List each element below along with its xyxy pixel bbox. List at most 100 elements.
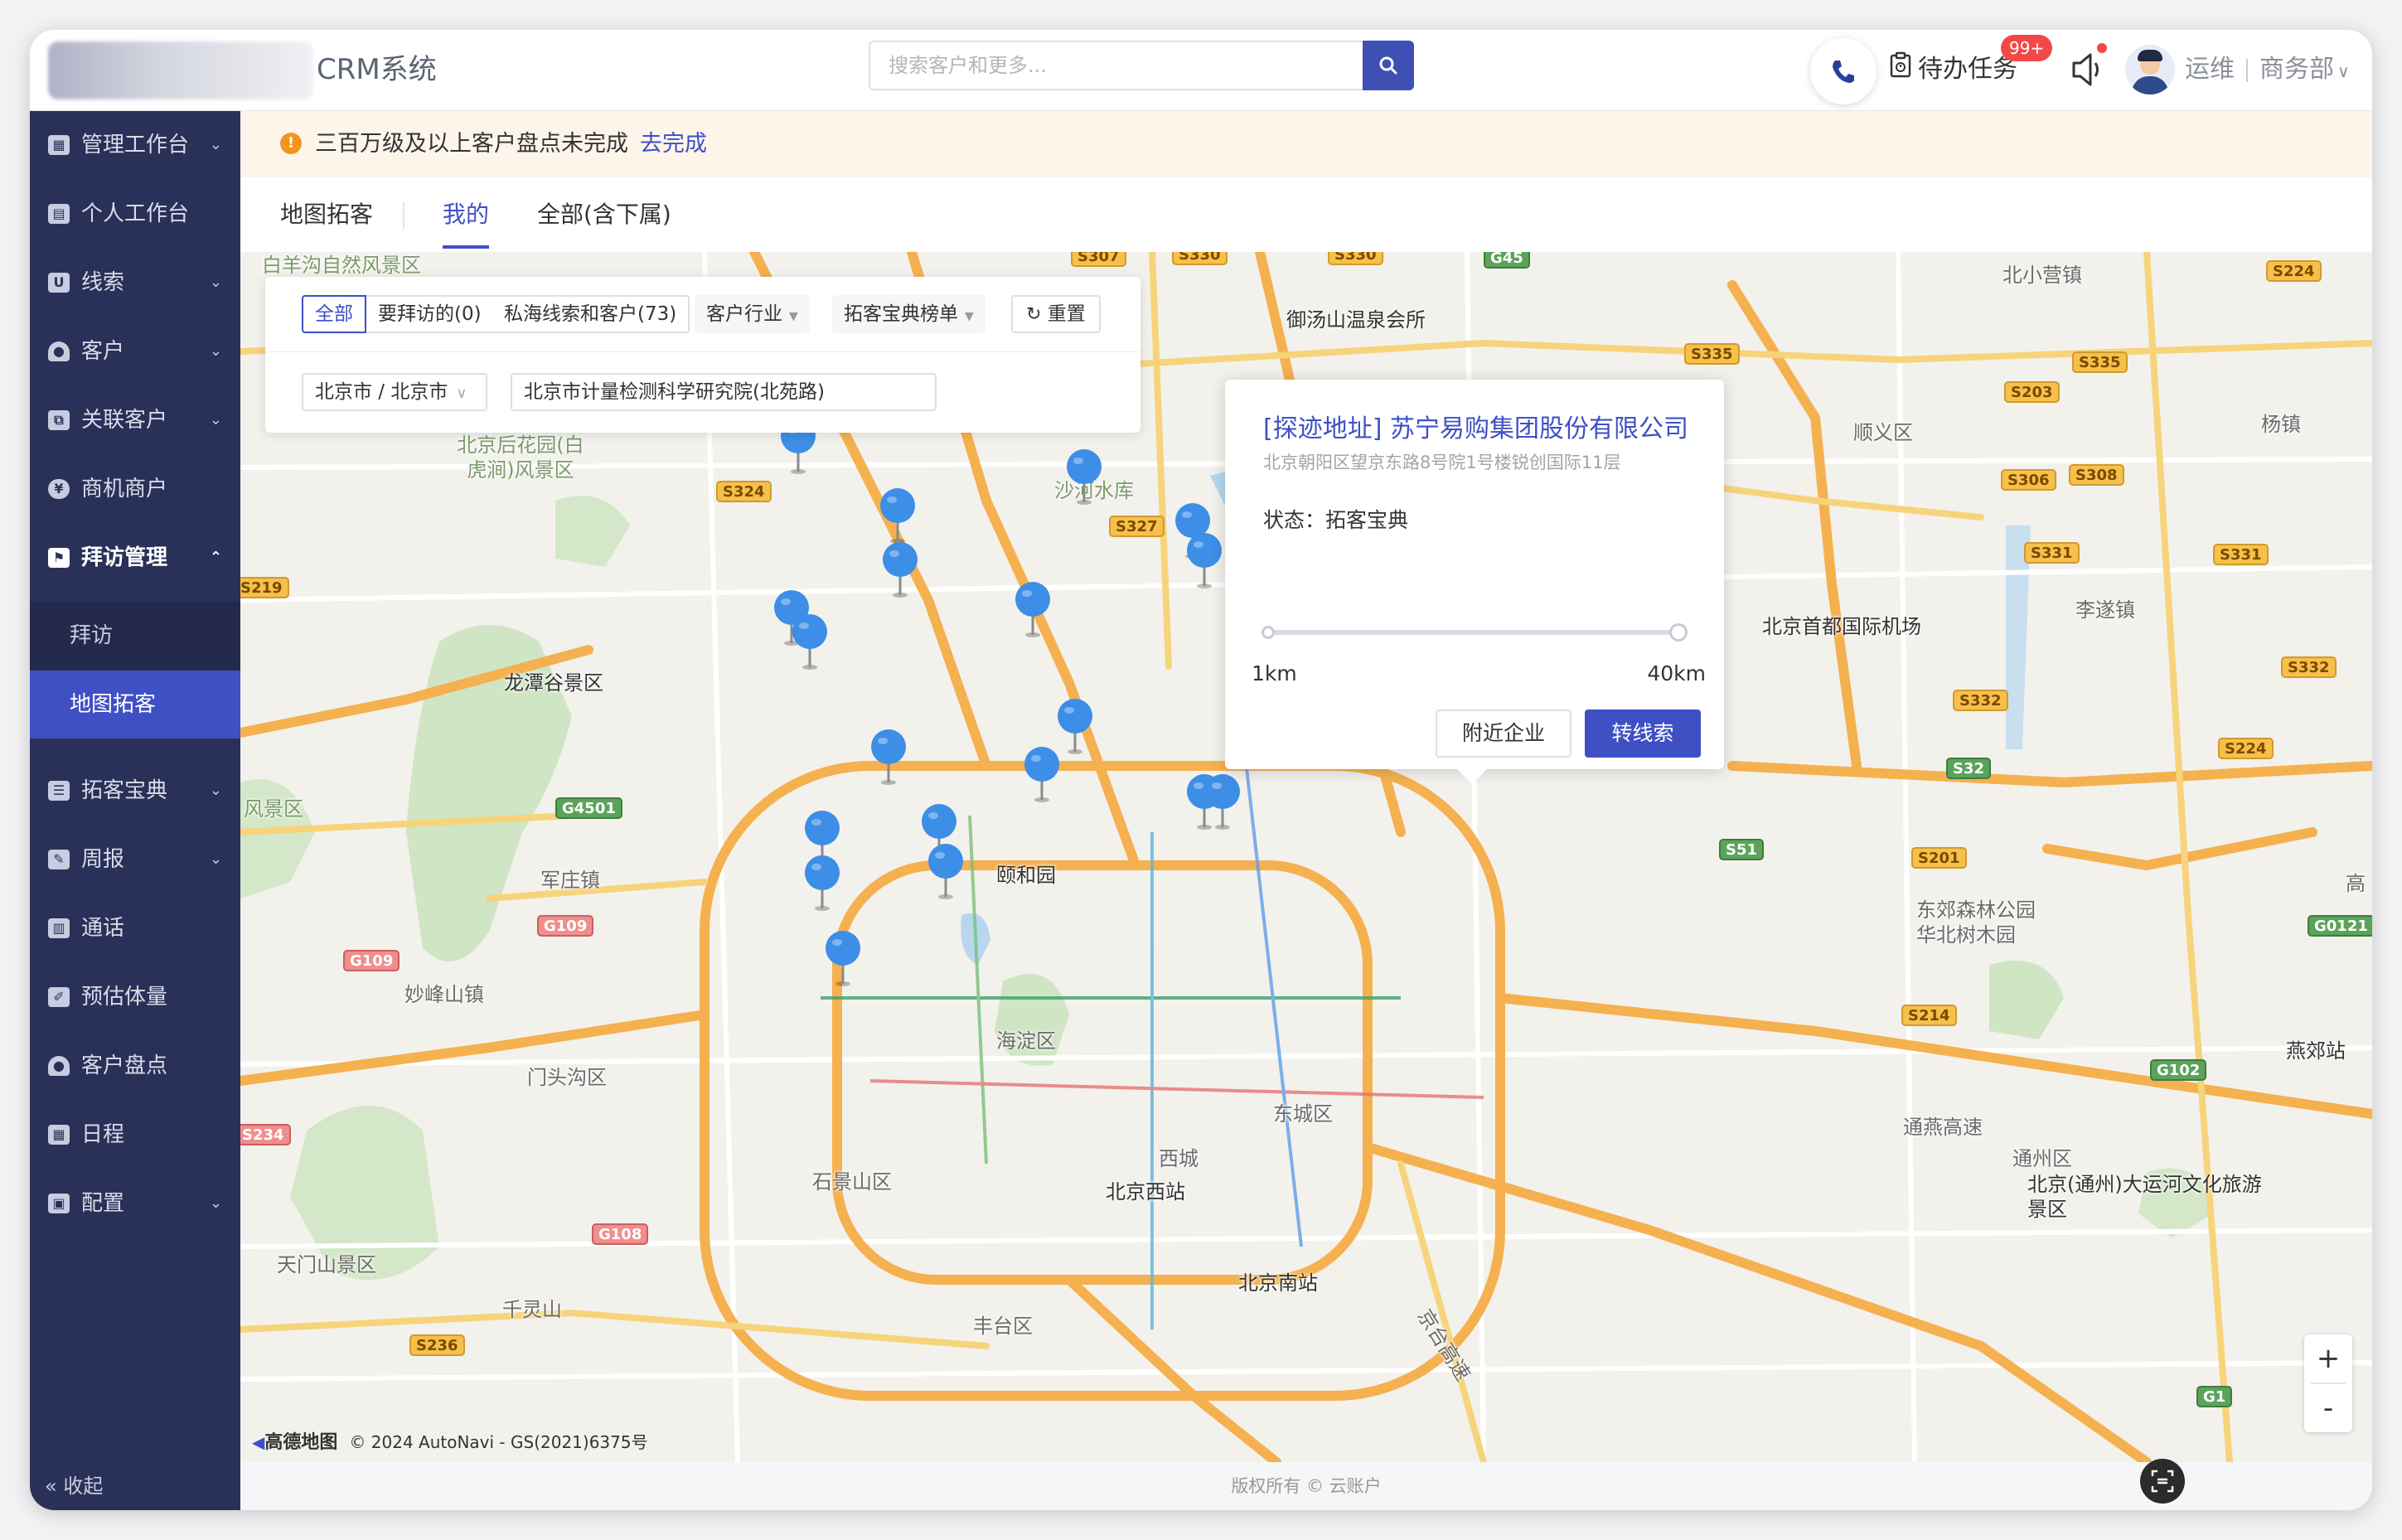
sidebar-item-label: 关联客户	[81, 408, 168, 433]
warning-icon: !	[280, 132, 302, 154]
road-shield: G1	[2196, 1386, 2233, 1407]
map-label: 北京西站	[1106, 1180, 1185, 1203]
user-menu[interactable]: 运维 商务部 ∨	[2185, 46, 2350, 93]
sidebar-item-customer-inventory[interactable]: ● 客户盘点	[30, 1032, 240, 1100]
map-pin[interactable]	[822, 929, 864, 987]
map-pin[interactable]	[925, 842, 966, 900]
sidebar-item-prospect-book[interactable]: ☰ 拓客宝典 ⌄	[30, 757, 240, 825]
sidebar-item-label: 预估体量	[81, 985, 168, 1010]
customer-icon: ●	[48, 341, 70, 361]
address-search-input[interactable]: 北京市计量检测科学研究院(北苑路)	[511, 373, 937, 411]
map-label: 丰台区	[973, 1315, 1033, 1338]
leads-icon: U	[48, 273, 70, 293]
map-label: 东城区	[1273, 1102, 1333, 1126]
zoom-control: + -	[2304, 1334, 2352, 1432]
map-canvas[interactable]: 白羊沟自然风景区 御汤山温泉会所 北小营镇 顺义区 杨镇 北京后花园(白虎涧)风…	[240, 252, 2372, 1462]
notification-dot	[2097, 43, 2107, 53]
nearby-companies-button[interactable]: 附近企业	[1436, 709, 1571, 758]
sidebar-item-calls[interactable]: ▥ 通话	[30, 894, 240, 962]
slider-handle-max[interactable]	[1669, 623, 1688, 642]
phone-icon	[1833, 61, 1854, 83]
sidebar-item-label: 通话	[81, 916, 125, 941]
map-pin[interactable]	[1202, 772, 1243, 831]
zoom-in-button[interactable]: +	[2304, 1334, 2352, 1383]
map-pin[interactable]	[1012, 580, 1053, 638]
sidebar-item-schedule[interactable]: ▦ 日程	[30, 1101, 240, 1169]
map-label: 燕郊站	[2286, 1039, 2346, 1063]
scan-icon	[2151, 1470, 2174, 1493]
search-button[interactable]	[1363, 41, 1414, 90]
sidebar-item-customers[interactable]: ● 客户 ⌄	[30, 317, 240, 385]
road-shield: S306	[2001, 469, 2056, 491]
double-chevron-left-icon: «	[45, 1475, 57, 1498]
filter-private-leads-button[interactable]: 私海线索和客户(73)	[492, 295, 690, 333]
sidebar-item-management-desk[interactable]: ▦ 管理工作台 ⌄	[30, 111, 240, 179]
ranking-dropdown[interactable]: 拓客宝典榜单 ▼	[832, 295, 985, 333]
sidebar-subitem-visit[interactable]: 拜访	[30, 602, 240, 670]
estimate-icon: ✐	[48, 987, 70, 1007]
convert-to-lead-button[interactable]: 转线索	[1585, 709, 1701, 758]
sidebar-item-config[interactable]: ▣ 配置 ⌄	[30, 1170, 240, 1237]
screenshot-button[interactable]	[2140, 1459, 2185, 1504]
industry-dropdown[interactable]: 客户行业 ▼	[695, 295, 810, 333]
road-shield: S219	[240, 577, 289, 598]
sidebar-item-volume-estimate[interactable]: ✐ 预估体量	[30, 963, 240, 1031]
amap-logo-icon: ◀	[252, 1432, 265, 1452]
industry-label: 客户行业	[706, 303, 782, 325]
sidebar-item-label: 拓客宝典	[81, 778, 168, 803]
sidebar-item-related-customers[interactable]: ⧉ 关联客户 ⌄	[30, 386, 240, 454]
zoom-out-button[interactable]: -	[2304, 1384, 2352, 1432]
sidebar-collapse-button[interactable]: « 收起	[45, 1470, 103, 1499]
sidebar-item-opportunities[interactable]: ¥ 商机商户	[30, 455, 240, 523]
status-label: 状态：	[1263, 508, 1326, 532]
filter-to-visit-button[interactable]: 要拜访的(0)	[366, 295, 495, 333]
slider-handle-min[interactable]	[1262, 626, 1275, 639]
reset-button[interactable]: ↻ 重置	[1011, 295, 1101, 333]
map-label: 顺义区	[1853, 421, 1913, 444]
map-pin[interactable]	[1054, 697, 1096, 755]
tab-map-prospecting[interactable]: 地图拓客	[280, 177, 373, 252]
sidebar-item-visit-management[interactable]: ⚑ 拜访管理 ⌃	[30, 524, 240, 592]
road-shield: S307	[1071, 252, 1126, 267]
city-value: 北京市 / 北京市	[315, 381, 448, 403]
notice-bar: ! 三百万级及以上客户盘点未完成 去完成	[240, 111, 2372, 177]
popup-status: 状态：拓客宝典	[1263, 504, 1408, 534]
map-pin[interactable]	[1184, 531, 1225, 589]
clipboard-icon	[1888, 47, 1913, 94]
sidebar-subitem-map-prospecting[interactable]: 地图拓客	[30, 671, 240, 739]
filter-divider	[265, 351, 1140, 352]
app-title: CRM系统	[317, 53, 437, 86]
search-input[interactable]	[870, 42, 1359, 89]
related-customer-icon: ⧉	[48, 410, 70, 430]
map-pin[interactable]	[801, 854, 843, 912]
filter-panel: 全部 要拜访的(0) 私海线索和客户(73) 客户行业 ▼ 拓客宝典榜单 ▼ ↻ 重…	[265, 277, 1140, 433]
caret-down-icon: ▼	[965, 310, 974, 323]
notice-link[interactable]: 去完成	[640, 131, 707, 157]
avatar[interactable]	[2125, 45, 2175, 94]
road-shield: S331	[2213, 544, 2269, 565]
map-label: 天门山景区	[277, 1253, 376, 1276]
phone-button[interactable]	[1810, 38, 1877, 104]
sidebar-item-personal-desk[interactable]: ▤ 个人工作台	[30, 180, 240, 248]
filter-all-button[interactable]: 全部	[302, 295, 366, 333]
radius-slider[interactable]	[1262, 623, 1688, 642]
map-label: 西城	[1159, 1147, 1199, 1170]
city-cascader[interactable]: 北京市 / 北京市 ∨	[302, 373, 487, 411]
map-label: 北京南站	[1238, 1271, 1318, 1295]
map-pin[interactable]	[879, 540, 921, 598]
reset-label: 重置	[1047, 303, 1086, 325]
tab-all-including-subordinates[interactable]: 全部(含下属)	[537, 177, 671, 252]
map-pin[interactable]	[1063, 448, 1105, 506]
tab-divider	[403, 202, 404, 229]
sidebar-item-label: 配置	[81, 1191, 125, 1216]
popup-title[interactable]: [探迹地址] 苏宁易购集团股份有限公司	[1263, 408, 1688, 444]
map-attribution: ◀高德地图 © 2024 AutoNavi - GS(2021)6375号	[252, 1427, 648, 1454]
map-pin[interactable]	[877, 487, 918, 545]
sidebar-item-leads[interactable]: U 线索 ⌄	[30, 249, 240, 317]
sidebar-item-label: 周报	[81, 847, 125, 872]
map-label: 石景山区	[812, 1170, 892, 1194]
map-pin[interactable]	[868, 728, 909, 786]
tab-mine[interactable]: 我的	[443, 177, 490, 252]
map-pin[interactable]	[789, 613, 831, 671]
sidebar-item-weekly-report[interactable]: ✎ 周报 ⌄	[30, 826, 240, 893]
